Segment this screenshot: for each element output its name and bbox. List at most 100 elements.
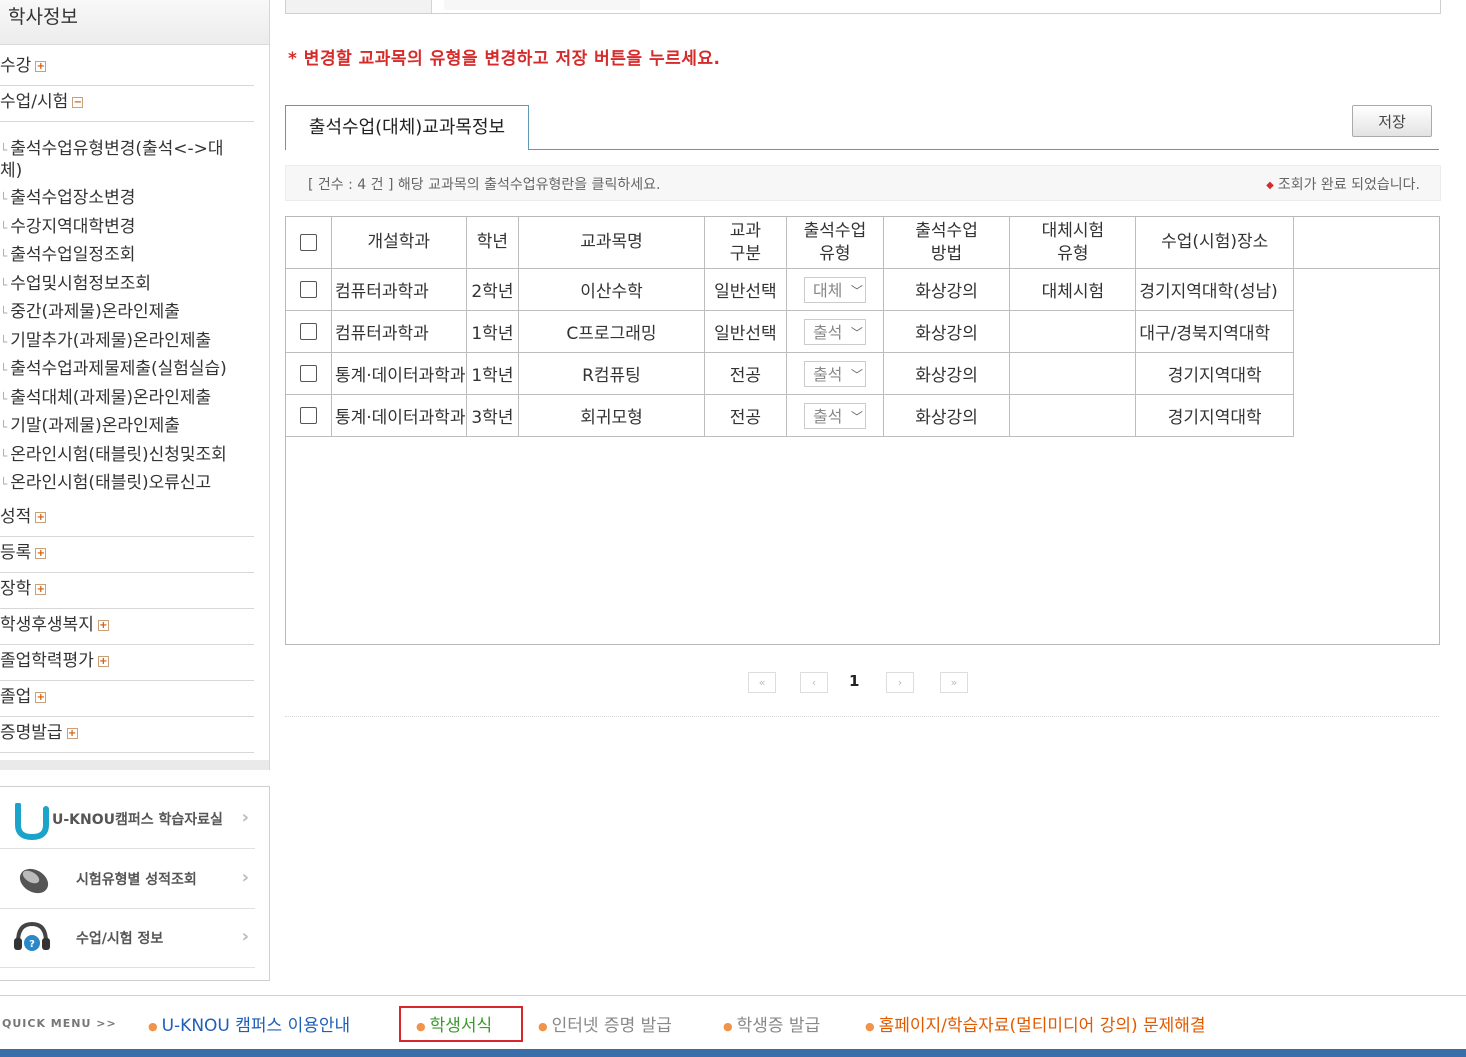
sidebar-item-alt-submit[interactable]: └ 출석대체(과제물)온라인제출	[0, 384, 211, 413]
notice-text: * 변경할 교과목의 유형을 변경하고 저장 버튼을 누르세요.	[288, 49, 721, 69]
header-course: 교과목명	[518, 217, 705, 269]
footer-link-student-id[interactable]: ● 학생증 발급	[723, 1011, 820, 1036]
cell-filler	[1294, 311, 1439, 353]
cell-attendance-type[interactable]: 출석 ﹀	[786, 352, 884, 395]
cell-place: 경기지역대학(성남)	[1135, 268, 1295, 311]
footer-link-internet-certificate[interactable]: ● 인터넷 증명 발급	[538, 1011, 672, 1036]
footer-link-troubleshooting[interactable]: ● 홈페이지/학습자료(멀티미디어 강의) 문제해결	[865, 1011, 1206, 1036]
table-row[interactable]: 컴퓨터과학과 2학년 이산수학 일반선택 대체 ﹀ 화상강의 대체시험 경기지역대…	[286, 268, 1439, 311]
page-prev-button[interactable]: ‹	[800, 672, 828, 693]
sidebar-bottom-strip	[0, 760, 269, 770]
sidebar-group-graduation[interactable]: 졸업 +	[0, 681, 254, 717]
page-last-button[interactable]: »	[940, 672, 968, 693]
header-year: 학년	[465, 217, 520, 269]
tab-attendance-course-info[interactable]: 출석수업(대체)교과목정보	[285, 105, 529, 150]
sidebar-item-midterm-submit[interactable]: └ 중간(과제물)온라인제출	[0, 298, 180, 327]
page-next-button[interactable]: ›	[886, 672, 914, 693]
status-message: ◆ 조회가 완료 되었습니다.	[1266, 177, 1420, 193]
sidebar-group-welfare[interactable]: 학생후생복지 +	[0, 609, 254, 645]
sidebar-item-wrap-text[interactable]: 체)	[0, 157, 22, 185]
select-all-checkbox[interactable]	[299, 233, 317, 251]
sidebar-item-region-change[interactable]: └ 수강지역대학변경	[0, 213, 135, 242]
tree-branch-icon: └	[0, 477, 8, 491]
attendance-type-select[interactable]: 출석 ﹀	[803, 360, 866, 387]
cell-filler	[1294, 353, 1439, 395]
cell-attendance-type[interactable]: 출석 ﹀	[786, 310, 884, 353]
mouse-icon	[19, 868, 49, 894]
chevron-right-icon: ›	[241, 926, 249, 947]
expand-icon[interactable]: +	[35, 583, 47, 595]
sidebar-item-final-submit[interactable]: └ 기말(과제물)온라인제출	[0, 412, 180, 441]
cell-year: 1학년	[465, 352, 520, 395]
sidebar-group-registration[interactable]: 등록 +	[0, 537, 254, 573]
header-attendance-method: 출석수업 방법	[882, 217, 1011, 269]
sidebar-group-class-exam[interactable]: 수업/시험 −	[0, 86, 254, 122]
save-button[interactable]: 저장	[1352, 105, 1432, 137]
cell-dept: 통계·데이터과학과	[330, 394, 467, 437]
header-category: 교과 구분	[703, 217, 788, 269]
sidebar-item-online-exam-report[interactable]: └ 온라인시험(태블릿)오류신고	[0, 469, 211, 498]
cell-attendance-type[interactable]: 대체 ﹀	[786, 268, 884, 311]
quick-link-class-exam-info[interactable]: ? 수업/시험 정보 ›	[0, 908, 255, 968]
table-row[interactable]: 컴퓨터과학과 1학년 C프로그래밍 일반선택 출석 ﹀ 화상강의 대구/경북지역대…	[286, 310, 1439, 353]
row-checkbox-cell[interactable]	[286, 352, 332, 395]
cell-course: 회귀모형	[518, 394, 705, 437]
status-dot-icon: ◆	[1266, 179, 1274, 191]
top-info-box	[285, 0, 1441, 14]
footer-link-campus-guide[interactable]: ● U-KNOU 캠퍼스 이용안내	[148, 1011, 350, 1036]
page-first-button[interactable]: «	[748, 672, 776, 693]
table-row[interactable]: 통계·데이터과학과 3학년 회귀모형 전공 출석 ﹀ 화상강의 경기지역대학	[286, 394, 1439, 437]
bullet-icon: ●	[538, 1019, 548, 1033]
expand-icon[interactable]: +	[97, 655, 109, 667]
row-checkbox[interactable]	[299, 365, 317, 382]
cell-course: 이산수학	[518, 268, 705, 311]
cell-attendance-type[interactable]: 출석 ﹀	[786, 394, 884, 437]
page-number-current[interactable]: 1	[849, 672, 859, 690]
cell-alt-exam: 대체시험	[1009, 268, 1137, 311]
sidebar-group-scholarship[interactable]: 장학 +	[0, 573, 254, 609]
sidebar-item-attendance-schedule[interactable]: └ 출석수업일정조회	[0, 241, 135, 270]
attendance-type-select[interactable]: 대체 ﹀	[803, 276, 866, 303]
cell-alt-exam	[1009, 310, 1137, 353]
chevron-down-icon: ﹀	[850, 409, 863, 424]
expand-icon[interactable]: +	[97, 619, 109, 631]
footer-link-student-forms[interactable]: ● 학생서식	[416, 1011, 492, 1036]
sidebar-item-attendance-place-change[interactable]: └ 출석수업장소변경	[0, 184, 135, 213]
row-checkbox[interactable]	[299, 407, 317, 424]
cell-filler	[1294, 269, 1439, 311]
expand-icon[interactable]: +	[35, 691, 47, 703]
row-checkbox[interactable]	[299, 281, 317, 298]
quick-link-grade-by-type[interactable]: 시험유형별 성적조회 ›	[0, 849, 255, 909]
quick-link-knou-library[interactable]: U-KNOU캠퍼스 학습자료실 ›	[0, 789, 255, 849]
expand-icon[interactable]: +	[35, 547, 47, 559]
collapse-icon[interactable]: −	[72, 96, 84, 108]
cell-category: 일반선택	[703, 310, 788, 353]
row-checkbox-cell[interactable]	[286, 310, 332, 353]
table-row[interactable]: 통계·데이터과학과 1학년 R컴퓨팅 전공 출석 ﹀ 화상강의 경기지역대학	[286, 352, 1439, 395]
expand-icon[interactable]: +	[35, 60, 47, 72]
attendance-type-select[interactable]: 출석 ﹀	[803, 318, 866, 345]
headset-icon: ?	[14, 921, 50, 951]
expand-icon[interactable]: +	[66, 727, 78, 739]
tree-branch-icon: └	[0, 449, 8, 463]
chevron-down-icon: ﹀	[850, 325, 863, 340]
row-checkbox[interactable]	[299, 323, 317, 340]
tree-branch-icon: └	[0, 192, 8, 206]
table-header-row: 개설학과 학년 교과목명 교과 구분 출석수업 유형 출석수업 방법 대체시험 유형 수…	[286, 217, 1439, 269]
sidebar-group-graduation-eval[interactable]: 졸업학력평가 +	[0, 645, 254, 681]
sidebar-group-enrollment[interactable]: 수강 +	[0, 50, 254, 86]
sidebar-item-attendance-type-change[interactable]: └ 출석수업유형변경(출석<->대	[0, 135, 224, 164]
cell-attendance-method: 화상강의	[882, 268, 1011, 311]
row-checkbox-cell[interactable]	[286, 394, 332, 437]
header-dept: 개설학과	[330, 217, 467, 269]
header-checkbox-cell[interactable]	[286, 217, 332, 269]
sidebar-group-grades[interactable]: 성적 +	[0, 501, 254, 537]
sidebar-item-lab-submit[interactable]: └ 출석수업과제물제출(실험실습)	[0, 355, 227, 384]
expand-icon[interactable]: +	[35, 511, 47, 523]
sidebar-item-class-exam-info[interactable]: └ 수업및시험정보조회	[0, 270, 151, 299]
row-checkbox-cell[interactable]	[286, 268, 332, 311]
attendance-type-select[interactable]: 출석 ﹀	[803, 402, 866, 429]
sidebar-group-certificates[interactable]: 증명발급 +	[0, 717, 254, 753]
sidebar-item-online-exam-apply[interactable]: └ 온라인시험(태블릿)신청및조회	[0, 441, 227, 470]
sidebar-item-final-extra-submit[interactable]: └ 기말추가(과제물)온라인제출	[0, 327, 211, 356]
